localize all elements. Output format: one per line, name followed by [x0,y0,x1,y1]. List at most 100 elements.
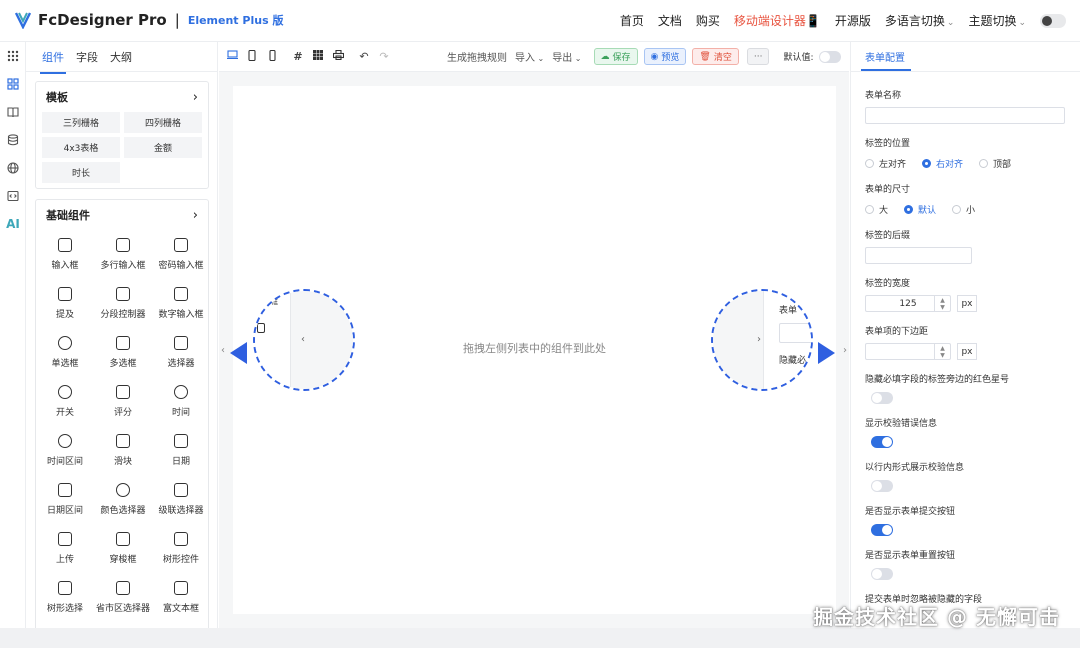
component-item[interactable]: 穿梭框 [94,524,152,573]
form-name-input[interactable] [865,107,1065,124]
clear-button[interactable]: 🗑 清空 [692,48,739,65]
component-item[interactable]: 时间区间 [36,426,94,475]
nav-item[interactable]: 移动端设计器📱 [734,12,821,29]
theme-toggle[interactable] [1040,13,1066,28]
component-item[interactable]: 密码输入框 [152,230,210,279]
ai-icon[interactable]: AI [0,210,26,238]
nav-item[interactable]: 主题切换 ⌄ [968,12,1026,29]
export-menu[interactable]: 导出 ⌄ [552,49,581,64]
item-margin-stepper[interactable]: ▲ ▼ px [865,343,1066,360]
preview-button[interactable]: ◉ 预览 [643,48,687,65]
collapse-left-icon[interactable]: ‹ [221,345,225,356]
tablet-icon[interactable] [247,49,257,64]
logo[interactable]: FcDesigner Pro | Element Plus 版 [14,11,283,29]
component-item[interactable]: 数字输入框 [152,279,210,328]
component-item[interactable]: 上传 [36,524,94,573]
component-item[interactable]: 树形控件 [152,524,210,573]
nav-item[interactable]: 文档 [658,12,682,29]
radio-option[interactable]: 顶部 [979,157,1011,170]
component-item[interactable]: 日期区间 [36,475,94,524]
nav-item[interactable]: 首页 [620,12,644,29]
component-item[interactable]: 滑块 [94,426,152,475]
radio-option[interactable]: 左对齐 [865,157,906,170]
component-item[interactable]: 树形选择 [36,573,94,622]
component-item[interactable]: 时间 [152,377,210,426]
component-item[interactable]: 多行输入框 [94,230,152,279]
component-item[interactable]: 开关 [36,377,94,426]
chevron-right-icon[interactable]: › [193,208,198,223]
tab-components[interactable]: 组件 [40,49,66,74]
redo-icon[interactable]: ↷ [379,50,389,63]
component-item[interactable]: 输入框 [36,230,94,279]
template-item[interactable]: 时长 [42,162,120,183]
component-item[interactable]: 富文本框 [152,573,210,622]
table-grid-icon[interactable] [313,50,323,63]
component-item[interactable]: 分段控制器 [94,279,152,328]
undo-icon[interactable]: ↶ [359,50,369,63]
tab-form-config[interactable]: 表单配置 [851,42,1080,72]
radio-option[interactable]: 小 [952,203,975,216]
item-margin-input[interactable]: ▲ ▼ [865,343,951,360]
component-label: 开关 [55,408,74,418]
component-item[interactable]: 选择器 [152,328,210,377]
component-item[interactable]: 省市区选择器 [94,573,152,622]
label-width-input[interactable]: 125 ▲ ▼ [865,295,951,312]
template-item[interactable]: 四列栅格 [124,112,202,133]
components-icon[interactable] [0,70,26,98]
apps-grid-icon[interactable] [0,42,26,70]
radio-option[interactable]: 默认 [904,203,936,216]
chevron-right-icon[interactable]: › [193,90,198,105]
component-item[interactable]: 提及 [36,279,94,328]
radio-circle [922,159,932,168]
label-width-stepper[interactable]: 125 ▲ ▼ px [865,295,1066,312]
default-value-switch[interactable] [819,50,842,63]
component-item[interactable]: 日期 [152,426,210,475]
component-label: 时间区间 [46,457,83,467]
component-item[interactable]: 评分 [94,377,152,426]
item-margin-unit[interactable]: px [957,343,977,360]
more-button[interactable]: ··· [746,48,770,65]
toggle-switch[interactable] [871,392,893,404]
template-header[interactable]: 模板 › [36,82,208,112]
component-item[interactable]: 颜色选择器 [94,475,152,524]
import-menu[interactable]: 导入 ⌄ [515,49,544,64]
globe-icon[interactable] [0,154,26,182]
toggle-switch[interactable] [871,480,893,492]
nav-item[interactable]: 开源版 [835,12,871,29]
collapse-right-icon[interactable]: › [843,345,847,356]
book-icon[interactable] [0,98,26,126]
spin-icon[interactable]: ▲ ▼ [934,296,950,311]
radio-label: 小 [966,206,976,216]
component-item[interactable]: 级联选择器 [152,475,210,524]
database-icon[interactable] [0,126,26,154]
radio-circle [904,205,914,214]
component-item[interactable]: 单选框 [36,328,94,377]
label-suffix-input[interactable] [865,247,972,264]
template-item[interactable]: 4x3表格 [42,137,120,158]
desktop-icon[interactable] [227,50,238,63]
template-title: 模板 [46,91,68,104]
toggle-switch[interactable] [871,524,893,536]
save-button[interactable]: ☁ 保存 [593,48,638,65]
template-item[interactable]: 金额 [124,137,202,158]
nav-item[interactable]: 多语言切换 ⌄ [885,12,955,29]
label-width-unit[interactable]: px [957,295,977,312]
print-icon[interactable] [332,49,345,63]
generate-rules-button[interactable]: 生成拖拽规则 [447,49,507,64]
component-item[interactable]: 多选框 [94,328,152,377]
template-item[interactable]: 三列栅格 [42,112,120,133]
radio-option[interactable]: 右对齐 [922,157,963,170]
toggle-switch[interactable] [871,568,893,580]
spin-icon[interactable]: ▲ ▼ [934,344,950,359]
basic-header[interactable]: 基础组件 › [36,200,208,230]
mobile-icon[interactable] [267,49,277,64]
hash-grid-icon[interactable]: # [293,50,303,63]
form-size-radio-group: 大 默认 小 [865,203,1066,216]
nav-item-label: 文档 [657,14,682,28]
nav-item[interactable]: 购买 [696,12,720,29]
tab-outline[interactable]: 大纲 [110,49,132,65]
code-icon[interactable] [0,182,26,210]
tab-fields[interactable]: 字段 [76,49,98,65]
radio-option[interactable]: 大 [865,203,888,216]
toggle-switch[interactable] [871,436,893,448]
